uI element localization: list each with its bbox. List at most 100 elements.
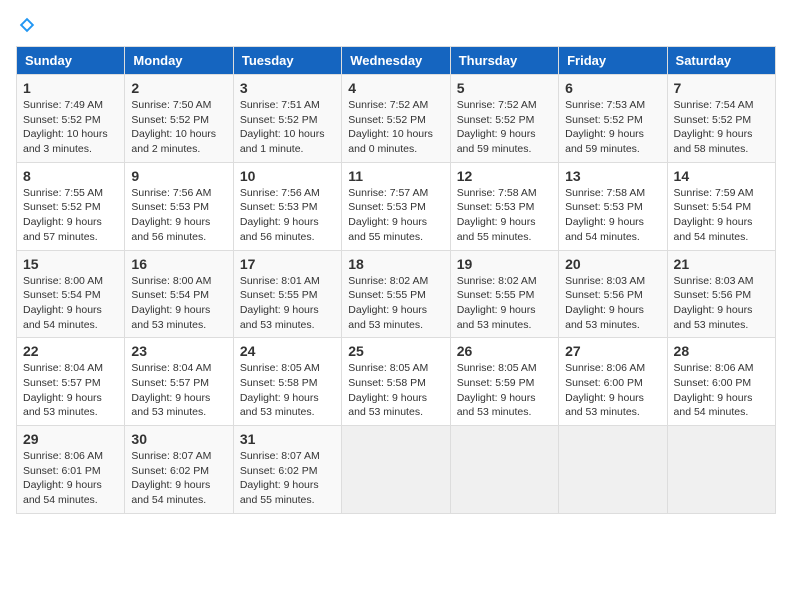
calendar: SundayMondayTuesdayWednesdayThursdayFrid… bbox=[16, 46, 776, 514]
day-number: 15 bbox=[23, 256, 118, 272]
day-number: 1 bbox=[23, 80, 118, 96]
day-number: 6 bbox=[565, 80, 660, 96]
header-wednesday: Wednesday bbox=[342, 47, 450, 75]
day-cell: 9 Sunrise: 7:56 AM Sunset: 5:53 PM Dayli… bbox=[125, 162, 233, 250]
header-thursday: Thursday bbox=[450, 47, 558, 75]
day-cell: 21 Sunrise: 8:03 AM Sunset: 5:56 PM Dayl… bbox=[667, 250, 775, 338]
day-info: Sunrise: 8:01 AM Sunset: 5:55 PM Dayligh… bbox=[240, 274, 335, 333]
week-row-3: 15 Sunrise: 8:00 AM Sunset: 5:54 PM Dayl… bbox=[17, 250, 776, 338]
day-info: Sunrise: 8:00 AM Sunset: 5:54 PM Dayligh… bbox=[23, 274, 118, 333]
day-info: Sunrise: 8:02 AM Sunset: 5:55 PM Dayligh… bbox=[348, 274, 443, 333]
day-cell: 7 Sunrise: 7:54 AM Sunset: 5:52 PM Dayli… bbox=[667, 75, 775, 163]
day-cell bbox=[667, 426, 775, 514]
day-info: Sunrise: 8:04 AM Sunset: 5:57 PM Dayligh… bbox=[131, 361, 226, 420]
day-cell bbox=[342, 426, 450, 514]
day-number: 3 bbox=[240, 80, 335, 96]
day-number: 11 bbox=[348, 168, 443, 184]
day-info: Sunrise: 7:49 AM Sunset: 5:52 PM Dayligh… bbox=[23, 98, 118, 157]
logo-icon bbox=[18, 16, 36, 34]
day-number: 18 bbox=[348, 256, 443, 272]
header bbox=[16, 16, 776, 34]
day-number: 8 bbox=[23, 168, 118, 184]
day-number: 26 bbox=[457, 343, 552, 359]
day-number: 12 bbox=[457, 168, 552, 184]
day-info: Sunrise: 7:57 AM Sunset: 5:53 PM Dayligh… bbox=[348, 186, 443, 245]
day-info: Sunrise: 7:59 AM Sunset: 5:54 PM Dayligh… bbox=[674, 186, 769, 245]
day-cell: 26 Sunrise: 8:05 AM Sunset: 5:59 PM Dayl… bbox=[450, 338, 558, 426]
day-number: 29 bbox=[23, 431, 118, 447]
day-info: Sunrise: 8:03 AM Sunset: 5:56 PM Dayligh… bbox=[565, 274, 660, 333]
day-number: 14 bbox=[674, 168, 769, 184]
day-number: 28 bbox=[674, 343, 769, 359]
day-cell: 15 Sunrise: 8:00 AM Sunset: 5:54 PM Dayl… bbox=[17, 250, 125, 338]
day-info: Sunrise: 7:56 AM Sunset: 5:53 PM Dayligh… bbox=[131, 186, 226, 245]
day-number: 31 bbox=[240, 431, 335, 447]
day-info: Sunrise: 8:06 AM Sunset: 6:00 PM Dayligh… bbox=[565, 361, 660, 420]
day-cell: 13 Sunrise: 7:58 AM Sunset: 5:53 PM Dayl… bbox=[559, 162, 667, 250]
calendar-header-row: SundayMondayTuesdayWednesdayThursdayFrid… bbox=[17, 47, 776, 75]
day-number: 7 bbox=[674, 80, 769, 96]
week-row-4: 22 Sunrise: 8:04 AM Sunset: 5:57 PM Dayl… bbox=[17, 338, 776, 426]
day-info: Sunrise: 8:04 AM Sunset: 5:57 PM Dayligh… bbox=[23, 361, 118, 420]
day-number: 10 bbox=[240, 168, 335, 184]
day-info: Sunrise: 7:51 AM Sunset: 5:52 PM Dayligh… bbox=[240, 98, 335, 157]
day-number: 17 bbox=[240, 256, 335, 272]
day-number: 30 bbox=[131, 431, 226, 447]
day-cell: 25 Sunrise: 8:05 AM Sunset: 5:58 PM Dayl… bbox=[342, 338, 450, 426]
day-info: Sunrise: 8:06 AM Sunset: 6:00 PM Dayligh… bbox=[674, 361, 769, 420]
day-info: Sunrise: 8:02 AM Sunset: 5:55 PM Dayligh… bbox=[457, 274, 552, 333]
day-cell: 28 Sunrise: 8:06 AM Sunset: 6:00 PM Dayl… bbox=[667, 338, 775, 426]
day-number: 27 bbox=[565, 343, 660, 359]
day-info: Sunrise: 7:54 AM Sunset: 5:52 PM Dayligh… bbox=[674, 98, 769, 157]
day-number: 2 bbox=[131, 80, 226, 96]
day-info: Sunrise: 7:52 AM Sunset: 5:52 PM Dayligh… bbox=[457, 98, 552, 157]
day-number: 4 bbox=[348, 80, 443, 96]
day-cell: 31 Sunrise: 8:07 AM Sunset: 6:02 PM Dayl… bbox=[233, 426, 341, 514]
day-cell: 19 Sunrise: 8:02 AM Sunset: 5:55 PM Dayl… bbox=[450, 250, 558, 338]
day-number: 25 bbox=[348, 343, 443, 359]
header-saturday: Saturday bbox=[667, 47, 775, 75]
day-number: 5 bbox=[457, 80, 552, 96]
day-number: 20 bbox=[565, 256, 660, 272]
day-info: Sunrise: 8:05 AM Sunset: 5:59 PM Dayligh… bbox=[457, 361, 552, 420]
header-tuesday: Tuesday bbox=[233, 47, 341, 75]
day-number: 23 bbox=[131, 343, 226, 359]
day-cell: 2 Sunrise: 7:50 AM Sunset: 5:52 PM Dayli… bbox=[125, 75, 233, 163]
day-number: 19 bbox=[457, 256, 552, 272]
header-sunday: Sunday bbox=[17, 47, 125, 75]
day-number: 21 bbox=[674, 256, 769, 272]
day-cell: 20 Sunrise: 8:03 AM Sunset: 5:56 PM Dayl… bbox=[559, 250, 667, 338]
day-number: 13 bbox=[565, 168, 660, 184]
day-info: Sunrise: 8:07 AM Sunset: 6:02 PM Dayligh… bbox=[131, 449, 226, 508]
day-cell bbox=[450, 426, 558, 514]
day-info: Sunrise: 8:05 AM Sunset: 5:58 PM Dayligh… bbox=[348, 361, 443, 420]
day-cell: 3 Sunrise: 7:51 AM Sunset: 5:52 PM Dayli… bbox=[233, 75, 341, 163]
day-cell: 4 Sunrise: 7:52 AM Sunset: 5:52 PM Dayli… bbox=[342, 75, 450, 163]
day-cell: 14 Sunrise: 7:59 AM Sunset: 5:54 PM Dayl… bbox=[667, 162, 775, 250]
day-cell: 8 Sunrise: 7:55 AM Sunset: 5:52 PM Dayli… bbox=[17, 162, 125, 250]
day-cell: 29 Sunrise: 8:06 AM Sunset: 6:01 PM Dayl… bbox=[17, 426, 125, 514]
day-info: Sunrise: 7:56 AM Sunset: 5:53 PM Dayligh… bbox=[240, 186, 335, 245]
day-cell: 22 Sunrise: 8:04 AM Sunset: 5:57 PM Dayl… bbox=[17, 338, 125, 426]
day-number: 16 bbox=[131, 256, 226, 272]
day-cell: 23 Sunrise: 8:04 AM Sunset: 5:57 PM Dayl… bbox=[125, 338, 233, 426]
day-info: Sunrise: 7:50 AM Sunset: 5:52 PM Dayligh… bbox=[131, 98, 226, 157]
day-info: Sunrise: 8:06 AM Sunset: 6:01 PM Dayligh… bbox=[23, 449, 118, 508]
day-info: Sunrise: 7:53 AM Sunset: 5:52 PM Dayligh… bbox=[565, 98, 660, 157]
day-info: Sunrise: 8:07 AM Sunset: 6:02 PM Dayligh… bbox=[240, 449, 335, 508]
day-info: Sunrise: 8:03 AM Sunset: 5:56 PM Dayligh… bbox=[674, 274, 769, 333]
day-cell: 30 Sunrise: 8:07 AM Sunset: 6:02 PM Dayl… bbox=[125, 426, 233, 514]
day-number: 24 bbox=[240, 343, 335, 359]
header-monday: Monday bbox=[125, 47, 233, 75]
day-cell: 11 Sunrise: 7:57 AM Sunset: 5:53 PM Dayl… bbox=[342, 162, 450, 250]
week-row-2: 8 Sunrise: 7:55 AM Sunset: 5:52 PM Dayli… bbox=[17, 162, 776, 250]
day-number: 9 bbox=[131, 168, 226, 184]
day-cell: 24 Sunrise: 8:05 AM Sunset: 5:58 PM Dayl… bbox=[233, 338, 341, 426]
day-cell: 18 Sunrise: 8:02 AM Sunset: 5:55 PM Dayl… bbox=[342, 250, 450, 338]
day-cell: 16 Sunrise: 8:00 AM Sunset: 5:54 PM Dayl… bbox=[125, 250, 233, 338]
day-info: Sunrise: 7:55 AM Sunset: 5:52 PM Dayligh… bbox=[23, 186, 118, 245]
week-row-5: 29 Sunrise: 8:06 AM Sunset: 6:01 PM Dayl… bbox=[17, 426, 776, 514]
day-cell: 5 Sunrise: 7:52 AM Sunset: 5:52 PM Dayli… bbox=[450, 75, 558, 163]
day-info: Sunrise: 8:05 AM Sunset: 5:58 PM Dayligh… bbox=[240, 361, 335, 420]
logo bbox=[16, 16, 36, 34]
